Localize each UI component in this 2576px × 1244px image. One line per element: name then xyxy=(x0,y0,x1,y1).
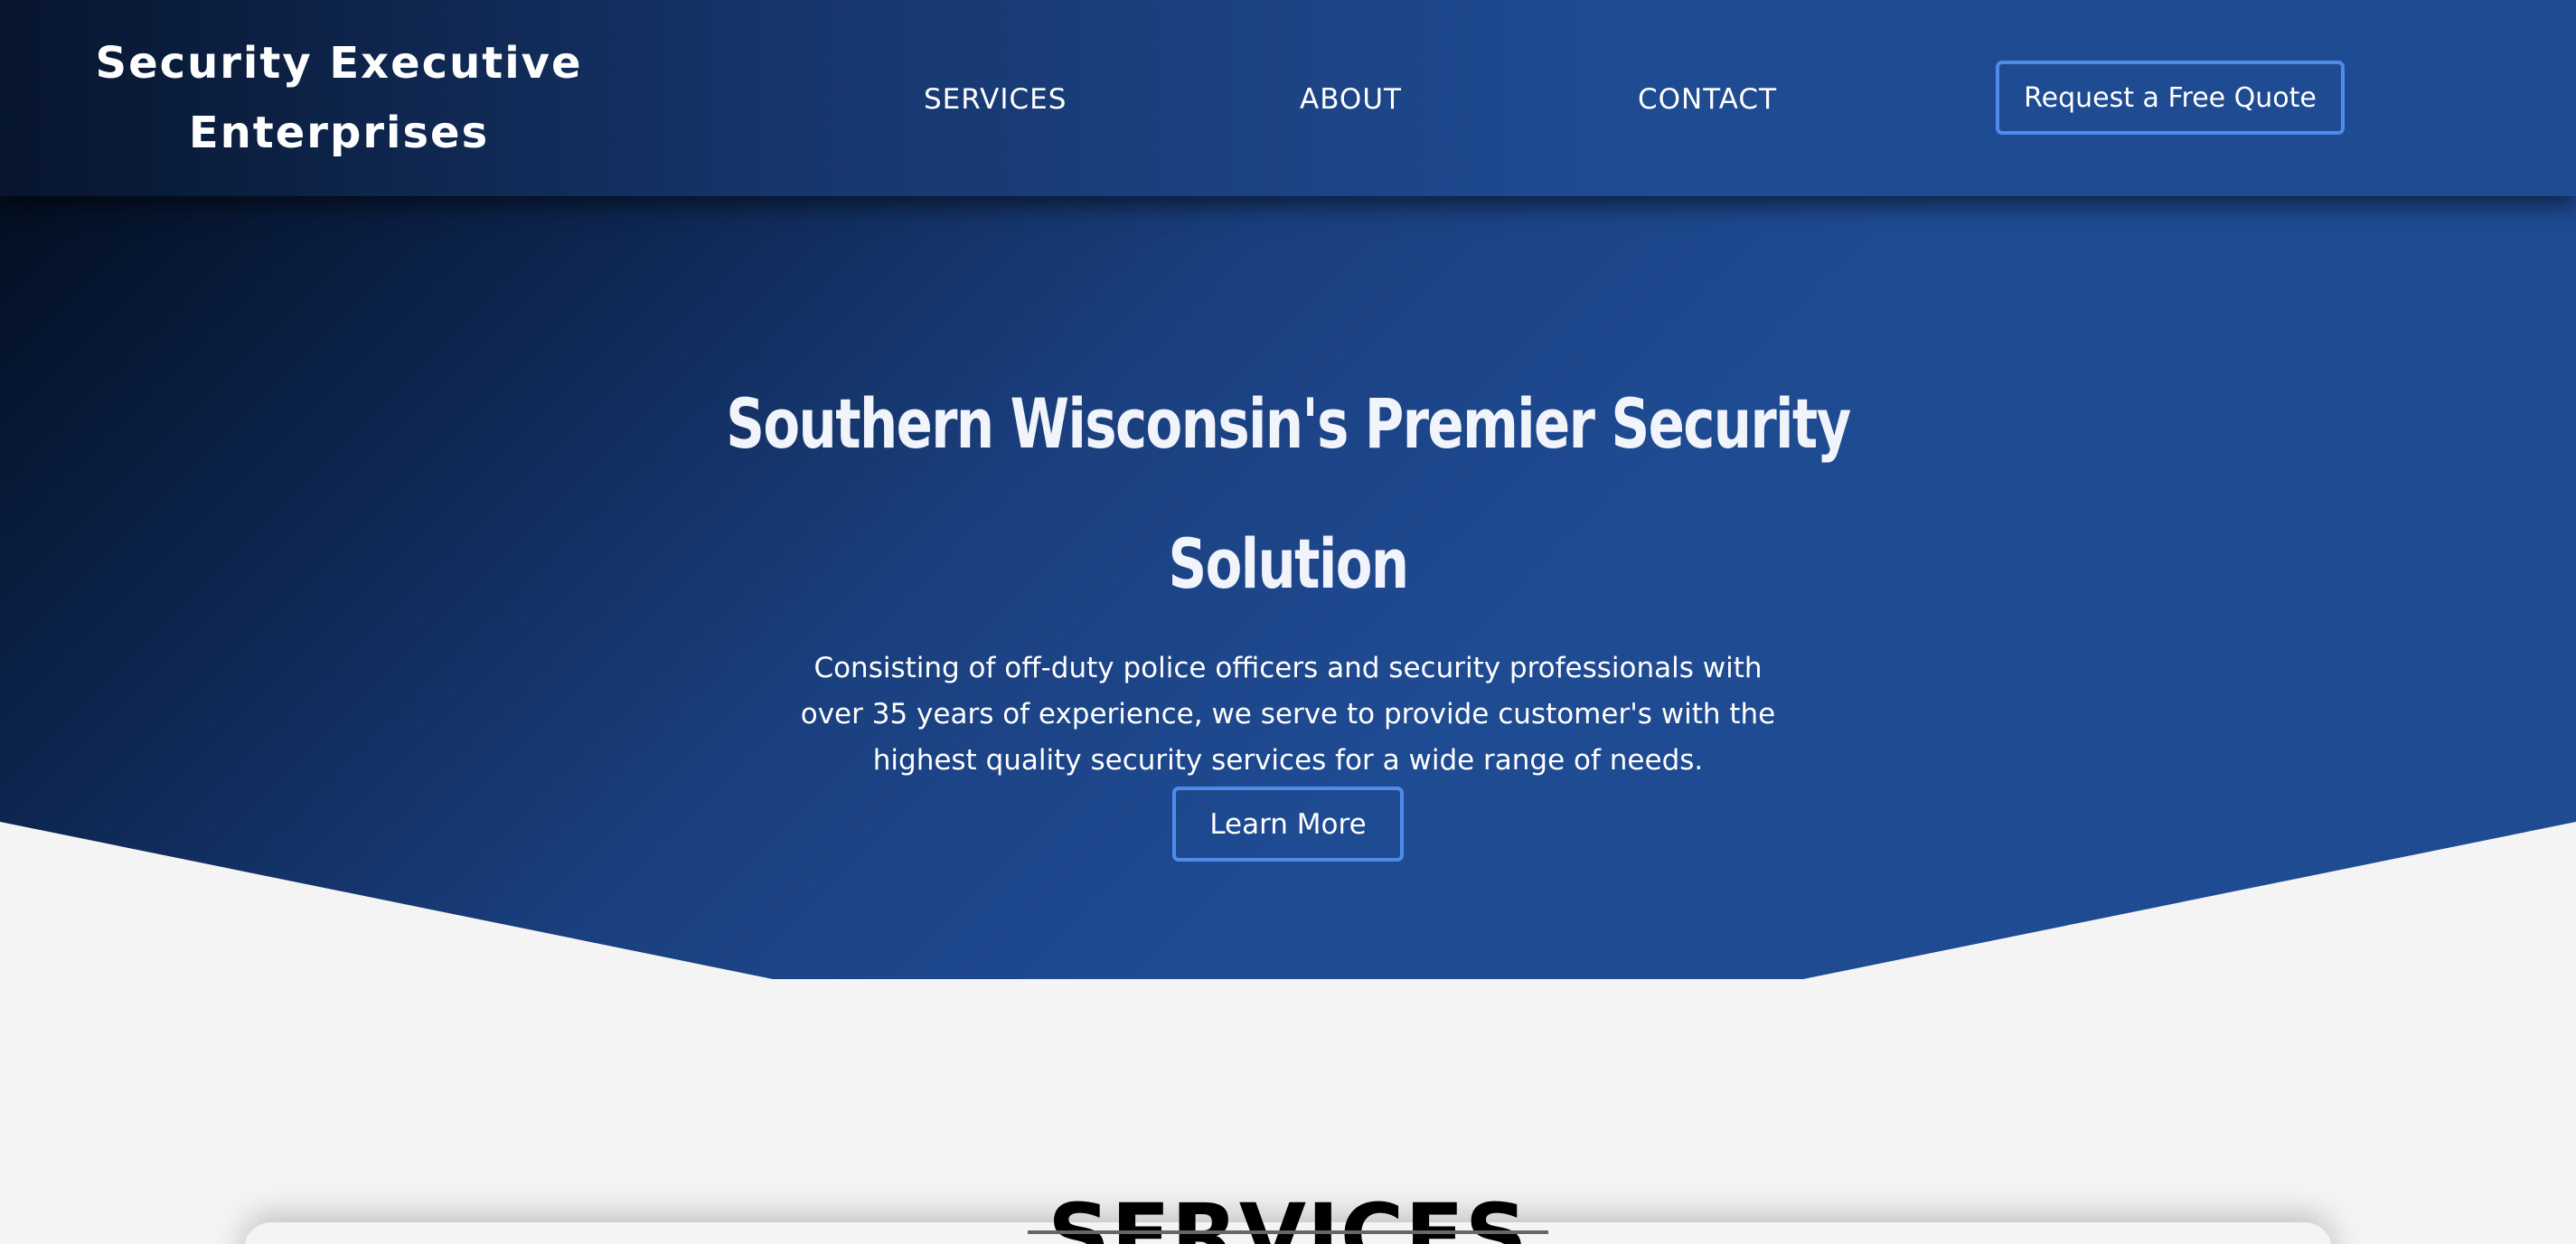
services-heading-underline xyxy=(1028,1230,1548,1234)
nav-link-about[interactable]: ABOUT xyxy=(1300,80,1402,119)
learn-more-button[interactable]: Learn More xyxy=(1172,787,1404,862)
site-header: Security Executive Enterprises SERVICES … xyxy=(0,0,2576,196)
nav-link-services[interactable]: SERVICES xyxy=(924,80,1067,119)
page: Security Executive Enterprises SERVICES … xyxy=(0,0,2576,1244)
hero-title: Southern Wisconsin's Premier Security So… xyxy=(726,382,1851,604)
site-logo[interactable]: Security Executive Enterprises xyxy=(63,29,615,168)
hero-description: Consisting of off-duty police officers a… xyxy=(800,652,1776,777)
request-quote-button[interactable]: Request a Free Quote xyxy=(1996,61,2345,135)
nav-link-contact[interactable]: CONTACT xyxy=(1638,80,1777,119)
